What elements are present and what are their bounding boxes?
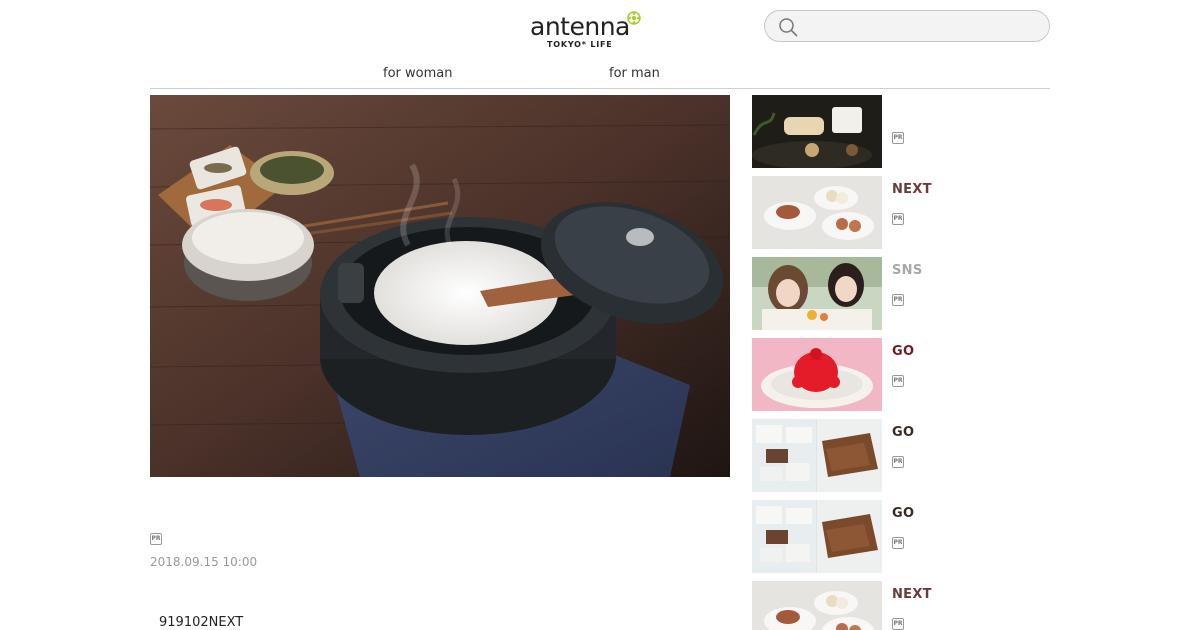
flower-icon [627, 11, 641, 25]
nav-item-for-man[interactable]: for man [609, 66, 660, 81]
sidebar-item-category: SNS [892, 263, 923, 278]
sidebar-thumbnail[interactable] [752, 419, 882, 492]
pr-badge: PR [892, 213, 904, 225]
logo-tagline: TOKYO* LIFE [547, 40, 613, 49]
article-date: 2018.09.15 10:00 [150, 555, 258, 569]
pr-badge: PR [892, 618, 904, 630]
antenna-logo[interactable]: antenna TOKYO* LIFE [528, 8, 648, 52]
search-box[interactable] [764, 10, 1050, 42]
pr-badge: PR [892, 537, 904, 549]
sidebar-thumbnail[interactable] [752, 338, 882, 411]
sidebar-item[interactable]: PR [752, 95, 1052, 168]
sidebar-item[interactable]: NEXT PR [752, 581, 1052, 630]
pr-badge: PR [892, 375, 904, 387]
main-nav: for woman for man [150, 62, 1050, 89]
sidebar-item[interactable]: GO PR [752, 338, 1052, 411]
sidebar-thumbnail[interactable] [752, 176, 882, 249]
sidebar-thumbnail[interactable] [752, 257, 882, 330]
article-hero-image[interactable] [150, 95, 730, 477]
search-icon[interactable] [778, 17, 798, 37]
sidebar-thumbnail[interactable] [752, 95, 882, 168]
pr-badge: PR [892, 456, 904, 468]
sidebar-item-category: GO [892, 506, 915, 521]
sidebar-item-category: NEXT [892, 182, 932, 197]
pr-badge: PR [150, 533, 162, 545]
sidebar-item-category: GO [892, 425, 915, 440]
nav-item-for-woman[interactable]: for woman [383, 66, 452, 81]
sidebar-item-category: NEXT [892, 587, 932, 602]
article-body-text: 919102NEXT [159, 615, 244, 630]
sidebar-item[interactable]: NEXT PR [752, 176, 1052, 249]
search-input[interactable] [805, 15, 1041, 37]
pr-badge: PR [892, 294, 904, 306]
sidebar-thumbnail[interactable] [752, 500, 882, 573]
logo-wordmark: antenna [530, 12, 630, 41]
sidebar-thumbnail[interactable] [752, 581, 882, 630]
sidebar-item[interactable]: GO PR [752, 419, 1052, 492]
sidebar-item-category: GO [892, 344, 915, 359]
pr-badge: PR [892, 132, 904, 144]
rice-pot-photo [150, 95, 730, 477]
sidebar-item[interactable]: GO PR [752, 500, 1052, 573]
sidebar-item[interactable]: SNS PR [752, 257, 1052, 330]
